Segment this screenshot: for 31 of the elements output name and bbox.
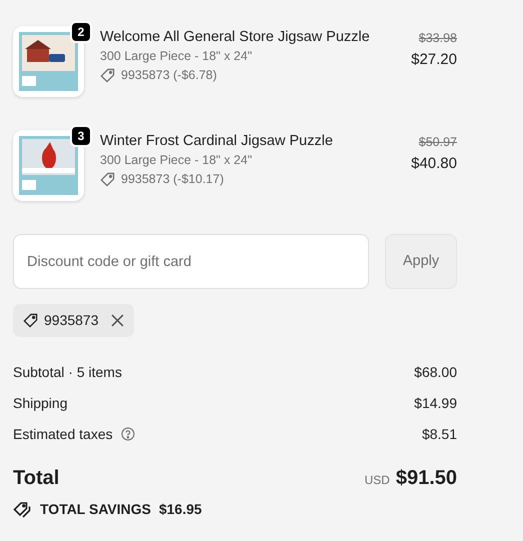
summary-label: Shipping <box>13 394 68 413</box>
price: $27.20 <box>411 50 457 70</box>
summary-value: $14.99 <box>414 394 457 413</box>
currency-code: USD <box>364 473 390 487</box>
summary-label: Subtotal · 5 items <box>13 363 122 382</box>
product-title: Welcome All General Store Jigsaw Puzzle <box>100 28 370 47</box>
summary-value: $8.51 <box>422 425 457 444</box>
total-value: $91.50 <box>396 467 457 489</box>
summary-label: Estimated taxes <box>13 425 113 444</box>
quantity-badge: 3 <box>70 125 92 147</box>
help-icon[interactable] <box>120 427 135 441</box>
tags-icon <box>13 501 32 518</box>
variant-text: 300 Large Piece - 18" x 24" <box>100 152 254 169</box>
variant-text: 300 Large Piece - 18" x 24" <box>100 48 254 65</box>
discount-text: 9935873 (-$6.78) <box>121 67 217 84</box>
original-price: $50.97 <box>418 134 457 151</box>
puzzle-box-drawing <box>19 32 78 91</box>
original-price: $33.98 <box>418 30 457 47</box>
quantity-badge: 2 <box>70 21 92 43</box>
tag-icon <box>23 313 38 328</box>
price: $40.80 <box>411 154 457 174</box>
tag-icon <box>100 172 115 186</box>
discount-chip: 9935873 <box>13 304 134 337</box>
summary-value: $68.00 <box>414 363 457 382</box>
savings-label: TOTAL SAVINGS <box>40 500 151 519</box>
product-title: Winter Frost Cardinal Jigsaw Puzzle <box>100 132 333 151</box>
tag-icon <box>100 68 115 82</box>
discount-text: 9935873 (-$10.17) <box>121 171 224 188</box>
total-label: Total <box>13 466 60 491</box>
puzzle-box-drawing <box>19 136 78 195</box>
savings-value: $16.95 <box>158 500 202 519</box>
